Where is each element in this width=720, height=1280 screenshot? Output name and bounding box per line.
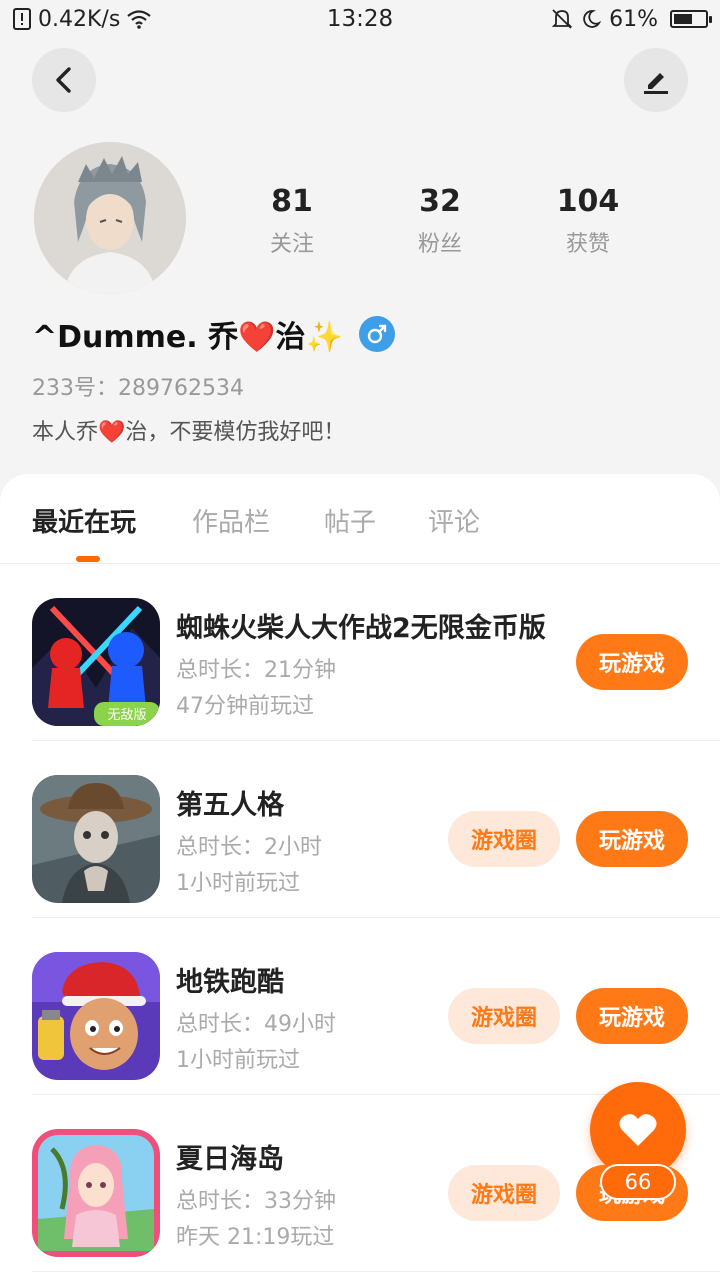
notification-icon	[13, 8, 31, 30]
play-game-button[interactable]: 玩游戏	[576, 988, 688, 1044]
mute-bell-icon	[551, 9, 573, 29]
game-title: 第五人格	[176, 790, 284, 821]
game-icon: 无敌版	[32, 598, 160, 726]
stat-value: 104	[556, 184, 620, 219]
game-icon	[32, 1129, 160, 1257]
divider	[32, 1271, 720, 1272]
stat-value: 32	[419, 184, 461, 219]
pencil-icon	[644, 73, 668, 94]
play-game-button[interactable]: 玩游戏	[576, 811, 688, 867]
profile-stats: 81 关注 32 粉丝 104 获赞	[218, 182, 662, 258]
game-last-played: 1小时前玩过	[176, 871, 300, 896]
game-icon	[32, 952, 160, 1080]
stat-likes[interactable]: 104 获赞	[514, 182, 662, 258]
list-item[interactable]: 第五人格 总时长：2小时 1小时前玩过 游戏圈 玩游戏	[0, 741, 720, 918]
game-last-played: 47分钟前玩过	[176, 694, 314, 719]
battery-fill	[674, 14, 693, 24]
stat-label: 关注	[269, 232, 314, 257]
game-badge: 无敌版	[107, 708, 146, 723]
like-count: 66	[600, 1164, 676, 1200]
game-circle-button[interactable]: 游戏圈	[448, 988, 560, 1044]
stat-label: 粉丝	[417, 232, 462, 257]
status-bar: 0.42K/s 13:28 61%	[0, 0, 720, 38]
play-game-button[interactable]: 玩游戏	[576, 634, 688, 690]
game-duration: 总时长：21分钟	[176, 658, 336, 683]
game-last-played: 昨天 21:19玩过	[176, 1225, 335, 1250]
game-duration: 总时长：49小时	[176, 1012, 336, 1037]
tab-bar: 最近在玩 作品栏 帖子 评论	[0, 474, 720, 564]
heart-icon	[619, 1114, 657, 1146]
list-item[interactable]: 无敌版 蜘蛛火柴人大作战2无限金币版 总时长：21分钟 47分钟前玩过 玩游戏	[0, 564, 720, 741]
avatar-image	[34, 142, 186, 294]
status-time: 13:28	[326, 6, 394, 32]
stat-following[interactable]: 81 关注	[218, 182, 366, 258]
tab-works[interactable]: 作品栏	[192, 502, 270, 539]
game-icon	[32, 775, 160, 903]
game-duration: 总时长：33分钟	[176, 1189, 336, 1214]
stat-value: 81	[271, 184, 313, 219]
game-last-played: 1小时前玩过	[176, 1048, 300, 1073]
male-gender-icon	[358, 316, 395, 352]
user-id: 233号：289762534	[32, 376, 244, 401]
nickname-row: ^Dumme. 乔❤️治✨	[32, 312, 395, 356]
battery-icon	[670, 10, 712, 28]
wifi-icon	[127, 10, 151, 29]
game-circle-button[interactable]: 游戏圈	[448, 1165, 560, 1221]
game-circle-button[interactable]: 游戏圈	[448, 811, 560, 867]
chevron-left-icon	[56, 67, 71, 93]
back-button[interactable]	[32, 48, 96, 112]
game-title: 蜘蛛火柴人大作战2无限金币版	[176, 613, 546, 644]
bio: 本人乔❤️治，不要模仿我好吧！	[32, 420, 346, 445]
network-speed: 0.42K/s	[38, 6, 121, 32]
status-right: 61%	[408, 6, 712, 32]
stat-fans[interactable]: 32 粉丝	[366, 182, 514, 258]
battery-percent: 61%	[609, 6, 658, 32]
tab-posts[interactable]: 帖子	[324, 502, 376, 539]
game-title: 夏日海岛	[176, 1144, 284, 1175]
stat-label: 获赞	[565, 232, 610, 257]
game-duration: 总时长：2小时	[176, 835, 322, 860]
tab-comments[interactable]: 评论	[428, 502, 480, 539]
status-left: 0.42K/s	[12, 7, 312, 32]
tab-indicator	[76, 556, 100, 562]
nickname: ^Dumme. 乔❤️治✨	[32, 320, 343, 355]
tab-recently-played[interactable]: 最近在玩	[32, 502, 136, 539]
game-title: 地铁跑酷	[176, 967, 284, 998]
moon-icon	[583, 10, 602, 28]
edit-profile-button[interactable]	[624, 48, 688, 112]
avatar[interactable]	[34, 142, 186, 294]
list-item[interactable]: 地铁跑酷 总时长：49小时 1小时前玩过 游戏圈 玩游戏	[0, 918, 720, 1095]
